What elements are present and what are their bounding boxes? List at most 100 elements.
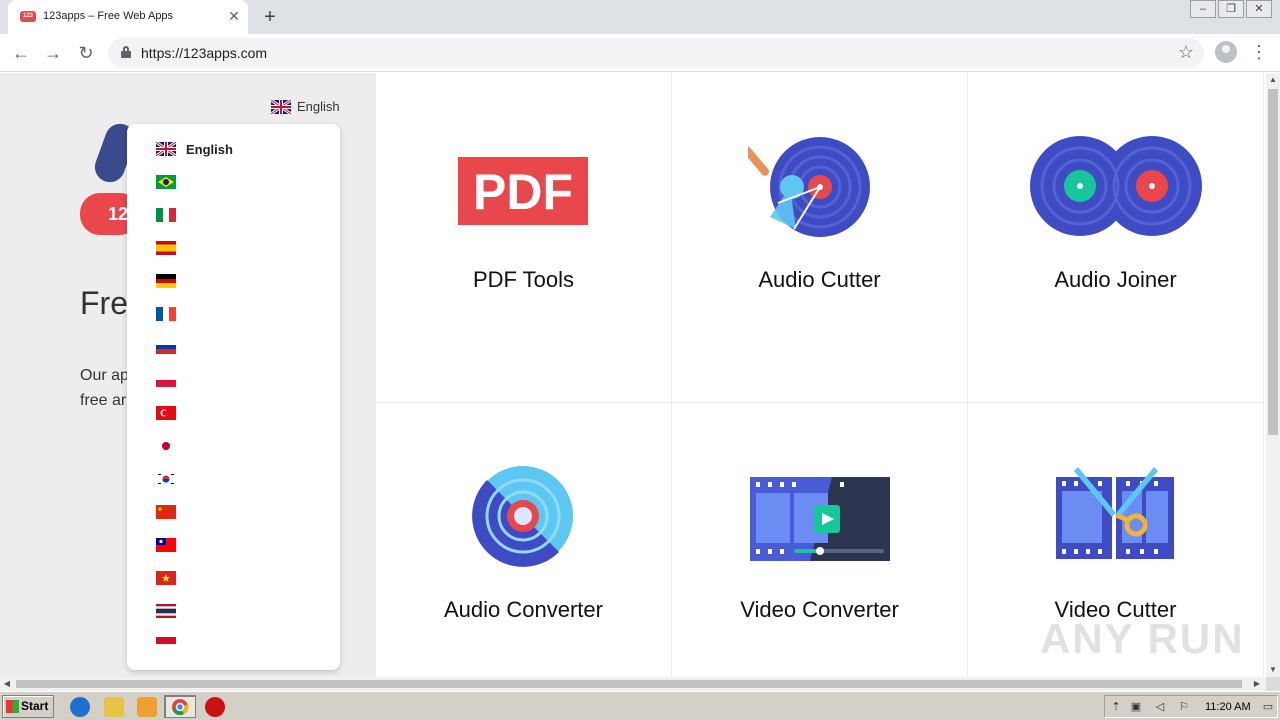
language-toggle[interactable]: English	[271, 99, 340, 114]
language-option-japanese[interactable]	[156, 438, 176, 454]
maximize-button[interactable]: ❐	[1218, 0, 1244, 18]
china-flag-icon	[156, 505, 176, 519]
svg-text:PDF: PDF	[473, 164, 573, 220]
reload-icon[interactable]: ↻	[74, 41, 98, 65]
audio-joiner-icon	[1030, 136, 1202, 236]
video-cutter-icon	[1056, 467, 1174, 559]
language-option-italian[interactable]	[156, 207, 176, 223]
tool-card-audio-converter[interactable]: Audio Converter	[376, 403, 672, 677]
scroll-left-icon[interactable]: ◀	[0, 677, 14, 691]
network-icon[interactable]: ▣	[1129, 701, 1143, 713]
language-option-portuguese[interactable]	[156, 174, 176, 190]
audio-converter-icon	[472, 466, 573, 567]
tab-title: 123apps – Free Web Apps	[43, 10, 174, 22]
profile-avatar-icon[interactable]	[1215, 41, 1237, 63]
minimize-button[interactable]: –	[1190, 0, 1216, 18]
thailand-flag-icon	[156, 604, 176, 618]
left-panel: English 12 Fre Our ap free ar English	[0, 73, 376, 677]
folder-icon[interactable]	[104, 697, 124, 717]
language-option-thai[interactable]	[156, 603, 176, 619]
lock-icon	[121, 46, 131, 58]
scroll-right-icon[interactable]: ▶	[1250, 677, 1264, 691]
volume-icon[interactable]: ◁	[1153, 701, 1167, 713]
korea-flag-icon	[156, 472, 176, 486]
language-option-indonesian[interactable]	[156, 636, 176, 652]
uk-flag-icon	[271, 99, 291, 114]
video-converter-icon	[750, 477, 890, 561]
page-viewport: English 12 Fre Our ap free ar English PD…	[0, 73, 1266, 677]
language-option-vietnamese[interactable]	[156, 570, 176, 586]
favicon-icon: 123	[20, 11, 36, 22]
tools-grid: PDF PDF Tools Audio Cutter Audio Joiner …	[376, 73, 1266, 677]
poland-flag-icon	[156, 373, 176, 387]
start-button[interactable]: Start	[2, 695, 54, 718]
japan-flag-icon	[156, 439, 176, 453]
forward-arrow-icon[interactable]: →	[41, 41, 65, 65]
language-option-polish[interactable]	[156, 372, 176, 388]
scroll-up-icon[interactable]: ▲	[1266, 73, 1280, 87]
language-option-spanish[interactable]	[156, 240, 176, 256]
menu-dots-icon[interactable]: ⋮	[1250, 40, 1268, 64]
language-option-turkish[interactable]	[156, 405, 176, 421]
language-option-french[interactable]	[156, 306, 176, 322]
browser-tab[interactable]: 123 123apps – Free Web Apps ✕	[8, 0, 248, 34]
bookmark-star-icon[interactable]: ☆	[1178, 42, 1194, 63]
window-controls: – ❐ ✕	[1188, 0, 1272, 20]
taiwan-flag-icon	[156, 538, 176, 552]
tool-card-video-converter[interactable]: Video Converter	[672, 403, 968, 677]
watermark: ANY RUN	[1040, 615, 1245, 662]
taskbar: Start ⇡ ▣ ◁ ⚐ 11:20 AM ▭	[0, 691, 1280, 720]
language-dropdown: English	[127, 124, 340, 670]
clock: 11:20 AM	[1205, 701, 1251, 713]
horizontal-scrollbar-thumb[interactable]	[16, 680, 1242, 688]
horizontal-scrollbar[interactable]: ◀ ▶	[0, 677, 1266, 691]
language-option-german[interactable]	[156, 273, 176, 289]
browser-toolbar: ← → ↻ https://123apps.com ☆ ⋮	[0, 34, 1280, 72]
pdf-icon: PDF	[458, 157, 588, 225]
tool-card-audio-joiner[interactable]: Audio Joiner	[968, 73, 1264, 403]
france-flag-icon	[156, 307, 176, 321]
vertical-scrollbar[interactable]: ▲ ▼	[1266, 73, 1280, 677]
audio-cutter-icon	[748, 137, 870, 237]
close-icon[interactable]: ✕	[226, 8, 242, 24]
system-tray: ⇡ ▣ ◁ ⚐ 11:20 AM ▭	[1104, 695, 1278, 718]
hero-title: Fre	[80, 285, 128, 321]
url-text[interactable]: https://123apps.com	[141, 45, 267, 61]
address-bar[interactable]: https://123apps.com ☆	[108, 38, 1204, 68]
browser-tab-bar: 123 123apps – Free Web Apps ✕ + – ❐ ✕	[0, 0, 1280, 34]
tool-label: Audio Converter	[444, 597, 603, 622]
vertical-scrollbar-thumb[interactable]	[1268, 89, 1278, 435]
window-close-button[interactable]: ✕	[1246, 0, 1272, 18]
tool-label: Audio Cutter	[758, 267, 881, 292]
show-desktop-icon[interactable]: ▭	[1261, 701, 1275, 713]
language-option-chinese-simplified[interactable]	[156, 504, 176, 520]
chrome-icon	[172, 699, 189, 716]
tool-label: PDF Tools	[472, 267, 575, 292]
back-arrow-icon[interactable]: ←	[9, 41, 33, 65]
tool-card-pdf-tools[interactable]: PDF PDF Tools	[376, 73, 672, 403]
flag-icon[interactable]: ⚐	[1177, 701, 1191, 713]
internet-explorer-icon[interactable]	[70, 697, 90, 717]
germany-flag-icon	[156, 274, 176, 288]
tool-label: Video Converter	[740, 597, 899, 622]
scrollbar-corner	[1266, 677, 1280, 691]
turkey-flag-icon	[156, 406, 176, 420]
language-option-chinese-traditional[interactable]	[156, 537, 176, 553]
language-option-english[interactable]: English	[156, 141, 233, 157]
brazil-flag-icon	[156, 175, 176, 189]
language-option-korean[interactable]	[156, 471, 176, 487]
language-toggle-label: English	[297, 99, 340, 114]
language-option-label: English	[186, 141, 233, 157]
tool-card-audio-cutter[interactable]: Audio Cutter	[672, 73, 968, 403]
language-option-russian[interactable]	[156, 339, 176, 355]
taskbar-chrome-button[interactable]	[164, 695, 196, 718]
vietnam-flag-icon	[156, 571, 176, 585]
tool-label: Audio Joiner	[1054, 267, 1177, 292]
media-player-icon[interactable]	[137, 697, 157, 717]
italy-flag-icon	[156, 208, 176, 222]
spain-flag-icon	[156, 241, 176, 255]
new-tab-button[interactable]: +	[258, 5, 282, 29]
tray-arrow-icon[interactable]: ⇡	[1109, 701, 1123, 713]
scroll-down-icon[interactable]: ▼	[1266, 663, 1280, 677]
stop-icon[interactable]	[205, 697, 225, 717]
